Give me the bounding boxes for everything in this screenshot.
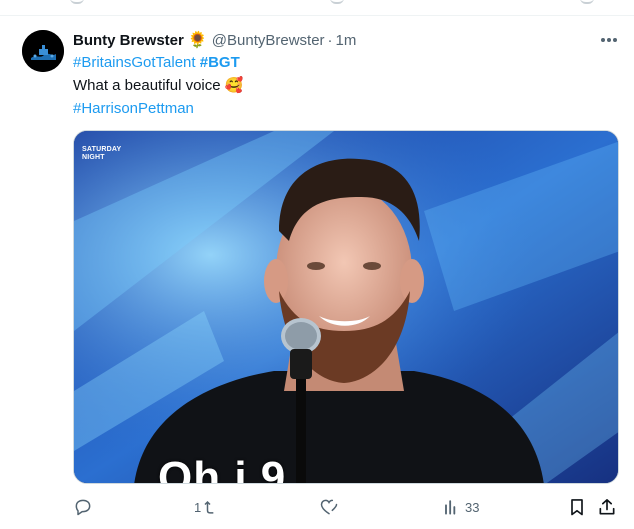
watermark-line-1: SATURDAY — [82, 146, 122, 153]
more-options-button[interactable] — [598, 31, 620, 49]
retweet-button[interactable]: 1 — [194, 495, 217, 519]
sunflower-emoji: 🌻 — [187, 32, 208, 49]
hashtag-bgt[interactable]: #BGT — [200, 54, 240, 71]
bookmark-icon — [571, 499, 583, 516]
reply-button[interactable] — [73, 495, 97, 519]
smiling-hearts-emoji: 🥰 — [224, 77, 244, 94]
avatar[interactable] — [22, 30, 64, 72]
more-icon-dot — [613, 38, 618, 42]
watermark-line-2: NIGHT — [82, 154, 105, 161]
bookmark-button[interactable] — [567, 495, 587, 519]
previous-tweet-action-bar — [0, 0, 634, 16]
hashtag-line: #BritainsGotTalent #BGT — [73, 51, 603, 74]
tweet-header: Bunty Brewster 🌻 @BuntyBrewster · 1m — [73, 29, 356, 51]
separator-dot: · — [327, 31, 333, 49]
prev-reply-icon[interactable] — [70, 0, 84, 4]
heart-icon — [320, 499, 338, 515]
retweet-icon — [204, 500, 214, 514]
prev-share-icon[interactable] — [580, 0, 594, 4]
more-icon-dot — [600, 38, 605, 42]
page: Bunty Brewster 🌻 @BuntyBrewster · 1m #Br… — [0, 0, 634, 529]
tweet-body-text: What a beautiful voice — [73, 77, 221, 94]
views-icon — [445, 500, 456, 515]
user-handle[interactable]: @BuntyBrewster — [212, 32, 325, 49]
tweet[interactable]: Bunty Brewster 🌻 @BuntyBrewster · 1m #Br… — [0, 17, 634, 529]
hashtag-harrisonpettman[interactable]: #HarrisonPettman — [73, 100, 194, 117]
views-button[interactable]: 33 — [441, 495, 479, 519]
prev-like-icon[interactable] — [330, 0, 344, 4]
text-line: What a beautiful voice 🥰 — [73, 74, 603, 97]
tweet-text: #BritainsGotTalent #BGT What a beautiful… — [73, 51, 603, 120]
share-icon — [599, 499, 615, 515]
timestamp[interactable]: 1m — [336, 32, 357, 49]
avatar-image — [22, 30, 64, 72]
share-button[interactable] — [597, 495, 617, 519]
hashtag-line-2: #HarrisonPettman — [73, 97, 603, 120]
tweet-media-image[interactable]: SATURDAY NIGHT Oh i 9 — [73, 130, 619, 484]
like-button[interactable] — [319, 495, 343, 519]
reply-icon — [75, 499, 91, 516]
channel-watermark: SATURDAY NIGHT — [82, 146, 142, 162]
hashtag-britainsgottalent[interactable]: #BritainsGotTalent — [73, 54, 196, 71]
retweet-count: 1 — [194, 499, 202, 515]
performer-photo — [74, 131, 618, 483]
display-name[interactable]: Bunty Brewster — [73, 32, 184, 49]
tweet-action-bar: 1 33 — [73, 495, 619, 519]
video-subtitle: Oh i 9 — [158, 453, 287, 484]
views-count: 33 — [465, 499, 480, 515]
more-icon-dot — [607, 38, 611, 42]
